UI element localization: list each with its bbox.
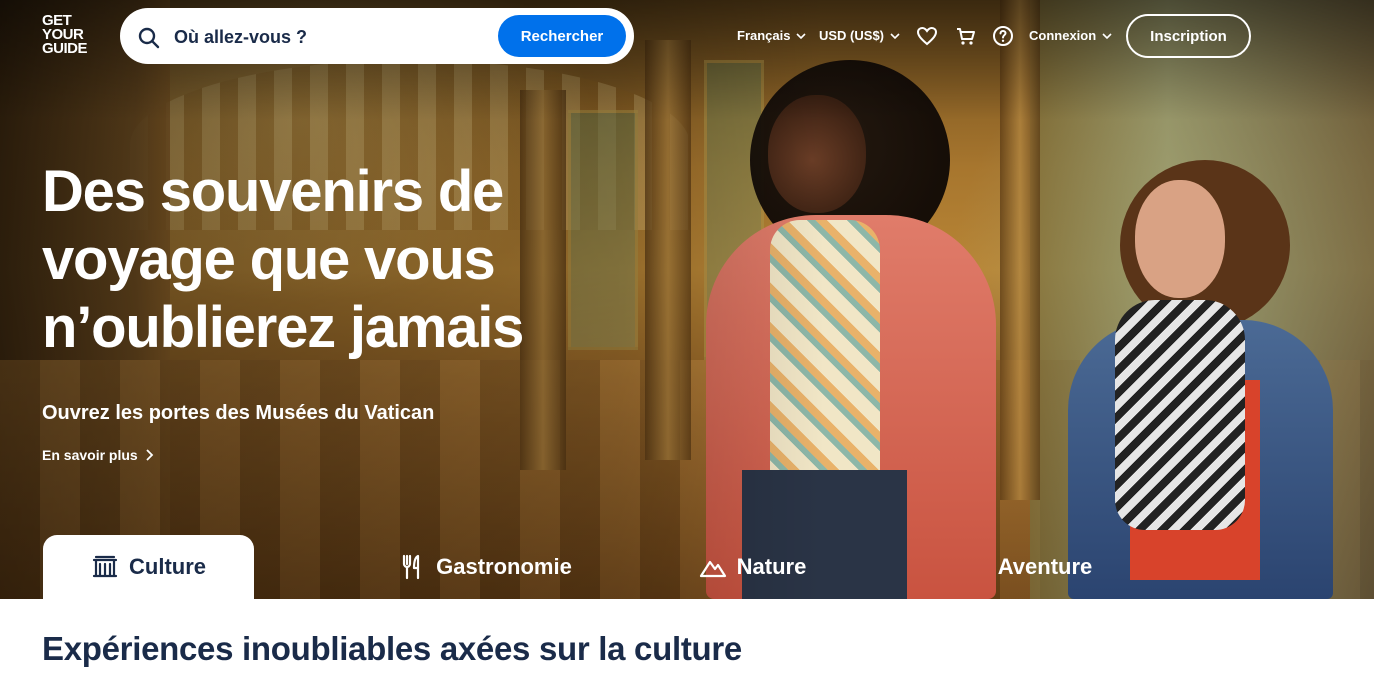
search-input[interactable]: [174, 24, 474, 50]
tab-nature[interactable]: Nature: [680, 535, 825, 599]
tab-aventure[interactable]: Aventure: [985, 535, 1105, 599]
cart-icon[interactable]: [954, 24, 978, 48]
currency-label: USD (US$): [819, 28, 885, 43]
login-menu[interactable]: Connexion: [1029, 28, 1113, 43]
learn-more-link[interactable]: En savoir plus: [42, 447, 154, 463]
search-button[interactable]: Rechercher: [498, 15, 626, 57]
mountain-icon: [699, 560, 726, 578]
search-icon: [138, 27, 160, 49]
language-label: Français: [737, 28, 791, 43]
hero-headline: Des souvenirs de voyage que vous n’oubli…: [42, 158, 602, 362]
tab-gastronomie[interactable]: Gastronomie: [380, 535, 590, 599]
hero-headline-line: voyage que vous: [42, 227, 496, 292]
heart-icon[interactable]: [915, 24, 939, 48]
hero-headline-line: Des souvenirs de: [42, 159, 504, 224]
search-bar: Rechercher: [120, 8, 634, 64]
chevron-down-icon: [796, 32, 807, 39]
login-label: Connexion: [1029, 28, 1097, 43]
tab-label: Culture: [129, 554, 206, 579]
tab-label: Aventure: [997, 554, 1093, 579]
signup-button[interactable]: Inscription: [1126, 14, 1251, 58]
tab-label: Nature: [736, 554, 807, 579]
logo-line: GUIDE: [42, 40, 88, 57]
hero-headline-line: n’oublierez jamais: [42, 295, 524, 360]
tab-culture[interactable]: Culture: [43, 535, 254, 599]
fork-knife-icon: [403, 554, 420, 580]
museum-icon: [92, 555, 118, 578]
learn-more-label: En savoir plus: [42, 447, 138, 463]
help-icon[interactable]: [991, 24, 1015, 48]
currency-selector[interactable]: USD (US$): [819, 28, 901, 43]
chevron-down-icon: [1102, 32, 1112, 39]
section-title: Expériences inoubliables axées sur la cu…: [42, 630, 742, 667]
language-selector[interactable]: Français: [737, 28, 807, 43]
chevron-right-icon: [146, 449, 153, 461]
chevron-down-icon: [890, 32, 900, 39]
tab-label: Gastronomie: [436, 554, 572, 579]
logo[interactable]: GET YOUR GUIDE: [42, 13, 104, 57]
hero-subheadline: Ouvrez les portes des Musées du Vatican: [42, 402, 435, 424]
